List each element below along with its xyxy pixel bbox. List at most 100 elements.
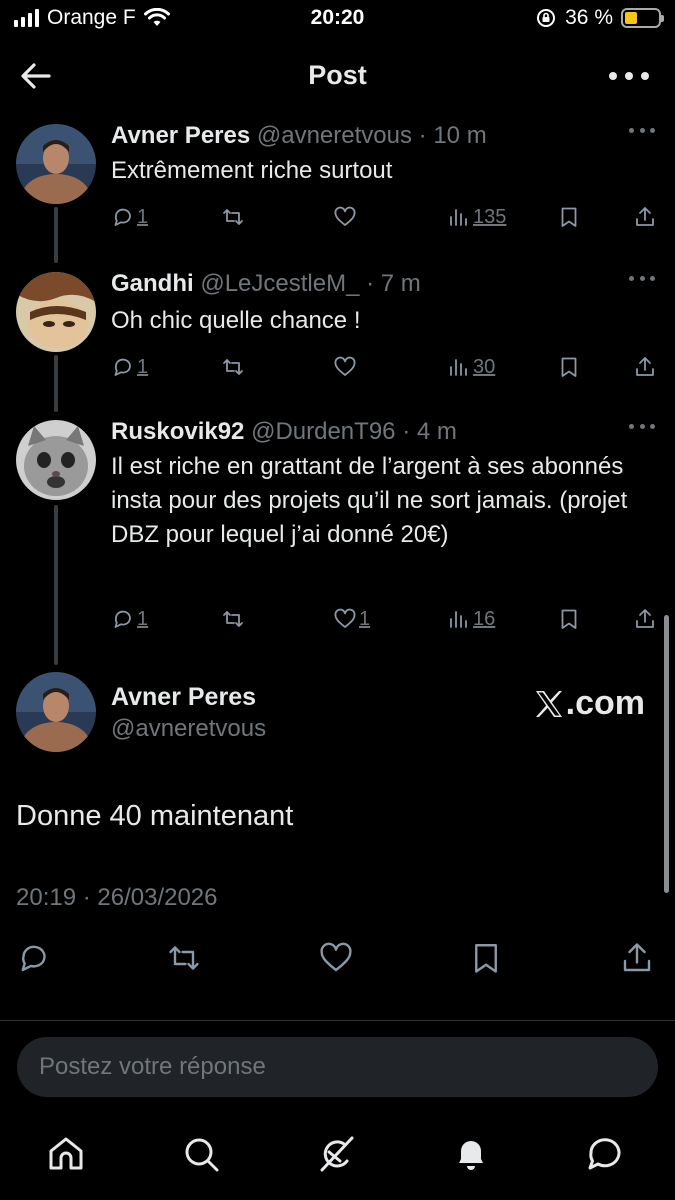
reply-icon	[21, 945, 46, 972]
heart-icon	[334, 608, 356, 628]
post-time: 10 m	[433, 122, 487, 149]
back-button[interactable]	[18, 58, 54, 94]
main-reply-button[interactable]	[16, 940, 56, 980]
bookmark-button[interactable]	[557, 604, 581, 634]
main-repost-button[interactable]	[166, 940, 206, 980]
nav-grok[interactable]	[316, 1134, 360, 1178]
reply-count: 1	[137, 607, 149, 630]
reply-icon	[114, 208, 131, 226]
x-watermark: .com	[533, 684, 645, 723]
nav-messages[interactable]	[585, 1134, 629, 1178]
repost-button[interactable]	[221, 352, 247, 382]
author-handle[interactable]: @LeJcestleM_	[200, 270, 359, 297]
chat-bubble-icon	[588, 1138, 621, 1170]
tweet-more-button[interactable]	[629, 276, 655, 286]
bookmark-button[interactable]	[557, 352, 581, 382]
bookmark-button[interactable]	[557, 202, 581, 232]
separator-dot: ·	[418, 122, 427, 149]
author-name[interactable]: Gandhi	[111, 270, 194, 297]
share-icon	[636, 207, 654, 226]
reply-tweet[interactable]: Avner Peres @avneretvous · 10 m Extrêmem…	[0, 122, 675, 232]
avatar[interactable]	[16, 272, 96, 352]
repost-icon	[223, 359, 243, 375]
main-like-button[interactable]	[318, 940, 358, 980]
tweet-more-button[interactable]	[629, 424, 655, 434]
header: Post	[0, 50, 675, 102]
status-right: 36 %	[535, 6, 664, 30]
status-bar: Orange F 20:20 36 %	[0, 0, 675, 40]
grok-icon	[320, 1136, 354, 1172]
main-post-author-name[interactable]: Avner Peres	[111, 683, 256, 712]
carrier-label: Orange F	[47, 6, 136, 29]
heart-icon	[334, 356, 356, 376]
reply-tweet[interactable]: Ruskovik92 @DurdenT96 · 4 m Il est riche…	[0, 418, 675, 638]
author-name[interactable]: Ruskovik92	[111, 418, 244, 445]
reply-tweet[interactable]: Gandhi @LeJcestleM_ · 7 m Oh chic quelle…	[0, 270, 675, 380]
post-time: 4 m	[416, 418, 457, 445]
author-handle[interactable]: @DurdenT96	[251, 418, 395, 445]
tweet-header: Gandhi @LeJcestleM_ · 7 m	[111, 270, 421, 298]
like-button[interactable]: 1	[333, 604, 370, 634]
avatar[interactable]	[16, 124, 96, 204]
page-title: Post	[308, 60, 367, 90]
share-button[interactable]	[633, 202, 657, 232]
reply-count: 1	[137, 355, 149, 378]
share-button[interactable]	[633, 352, 657, 382]
tweet-header: Ruskovik92 @DurdenT96 · 4 m	[111, 418, 457, 446]
arrow-left-icon	[21, 63, 51, 89]
nav-search[interactable]	[181, 1134, 225, 1178]
divider	[0, 1020, 675, 1021]
reply-box[interactable]	[17, 1037, 658, 1097]
reply-button[interactable]: 1	[111, 604, 148, 634]
repost-button[interactable]	[221, 604, 247, 634]
views-button[interactable]: 16	[447, 604, 495, 634]
separator-dot: ·	[402, 418, 411, 445]
author-handle[interactable]: @avneretvous	[257, 122, 412, 149]
views-count: 30	[473, 355, 496, 378]
bookmark-icon	[561, 609, 577, 629]
watermark-text: .com	[565, 684, 645, 722]
tweet-actions: 1 135	[111, 202, 661, 232]
bookmark-icon	[561, 207, 577, 227]
avatar[interactable]	[16, 420, 96, 500]
share-button[interactable]	[633, 604, 657, 634]
separator-dot: ·	[366, 270, 375, 297]
views-icon	[450, 209, 467, 226]
nav-home[interactable]	[46, 1134, 90, 1178]
x-logo-icon	[535, 690, 562, 717]
battery-icon	[621, 8, 664, 28]
views-button[interactable]: 30	[447, 352, 495, 382]
scrollbar[interactable]	[664, 615, 669, 893]
battery-percent: 36 %	[565, 6, 613, 29]
wifi-icon	[143, 8, 170, 26]
author-name[interactable]: Avner Peres	[111, 122, 250, 149]
tweet-text: Il est riche en grattant de l’argent à s…	[111, 453, 628, 548]
bottom-nav	[0, 1130, 675, 1186]
views-button[interactable]: 135	[447, 202, 506, 232]
post-time: 7 m	[380, 270, 421, 297]
heart-icon	[334, 206, 356, 226]
main-post-avatar[interactable]	[16, 672, 96, 752]
main-post-timestamp[interactable]: 20:19 · 26/03/2026	[16, 884, 218, 912]
reply-button[interactable]: 1	[111, 202, 148, 232]
views-icon	[450, 359, 467, 376]
orientation-lock-icon	[537, 9, 556, 27]
reply-count: 1	[137, 205, 149, 228]
reply-button[interactable]: 1	[111, 352, 148, 382]
signal-icon	[14, 9, 39, 27]
main-post-text: Donne 40 maintenant	[16, 800, 294, 832]
main-post-author-handle[interactable]: @avneretvous	[111, 715, 266, 743]
repost-icon	[223, 209, 243, 225]
main-bookmark-button[interactable]	[468, 940, 508, 980]
home-icon	[49, 1137, 83, 1170]
tweet-more-button[interactable]	[629, 128, 655, 138]
like-button[interactable]	[333, 352, 359, 382]
main-share-button[interactable]	[619, 940, 659, 980]
nav-notifications[interactable]	[451, 1134, 495, 1178]
reply-icon	[114, 358, 131, 376]
repost-button[interactable]	[221, 202, 247, 232]
like-button[interactable]	[333, 202, 359, 232]
reply-input[interactable]	[39, 1053, 636, 1081]
more-options-button[interactable]	[609, 64, 649, 88]
repost-icon	[223, 611, 243, 627]
